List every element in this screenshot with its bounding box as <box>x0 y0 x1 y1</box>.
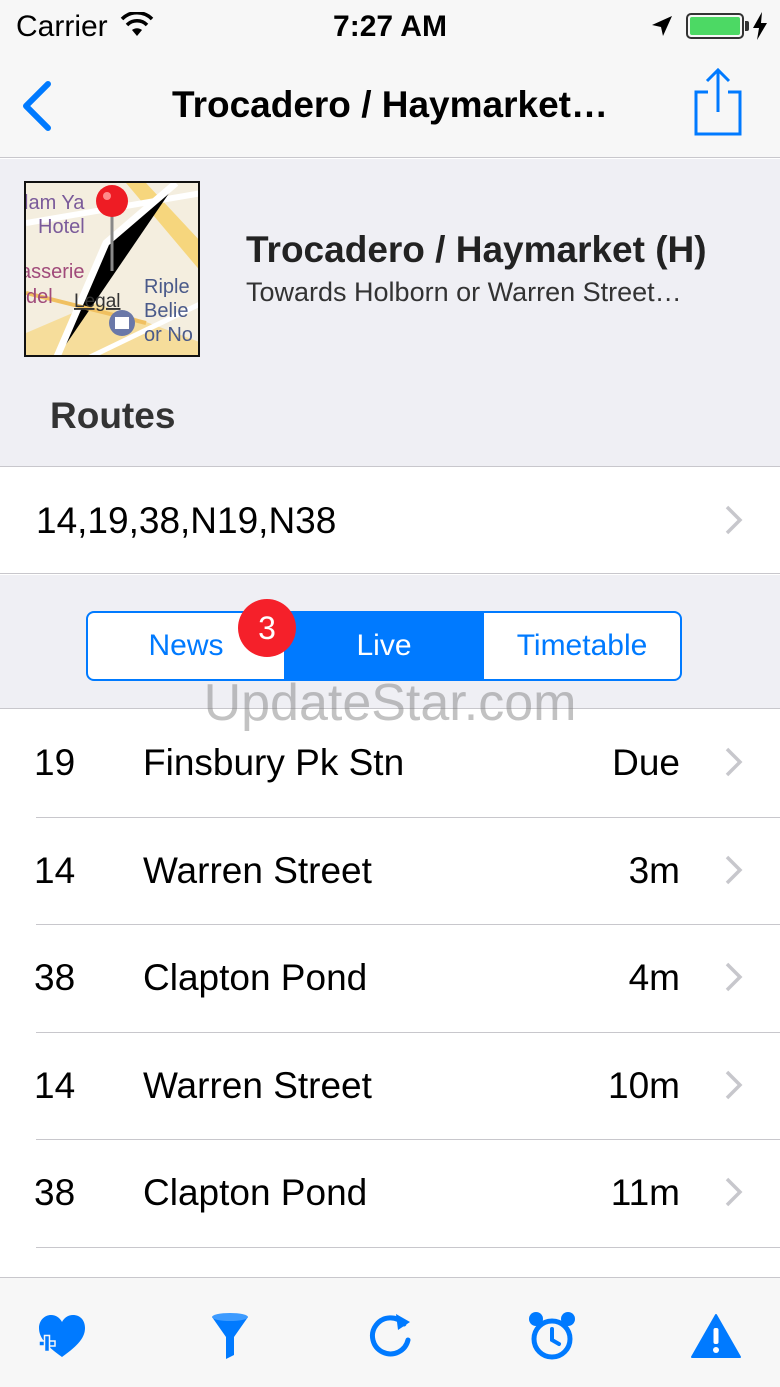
routes-list: 14,19,38,N19,N38 <box>36 500 337 541</box>
filter-icon[interactable] <box>202 1308 258 1364</box>
map-label: lam Ya <box>26 192 85 214</box>
routes-heading: Routes <box>50 395 176 436</box>
heart-plus-icon[interactable] <box>34 1308 90 1364</box>
departures-list: 19 Finsbury Pk Stn Due 14 Warren Street … <box>0 710 780 1276</box>
chevron-right-icon <box>724 854 744 891</box>
chevron-right-icon <box>724 961 744 998</box>
departure-route: 38 <box>34 1172 76 1213</box>
stop-direction: Towards Holborn or Warren Street… <box>246 277 682 307</box>
map-label: asserie <box>26 261 84 283</box>
segment-live[interactable]: Live <box>286 613 484 679</box>
departure-destination: Warren Street <box>143 1064 372 1106</box>
map-legal-link: Legal <box>74 291 121 312</box>
share-button[interactable] <box>690 66 746 138</box>
departure-time: Due <box>612 742 680 783</box>
segment-area: News Live Timetable 3 UpdateStar.com <box>0 575 780 732</box>
departure-destination: Clapton Pond <box>143 1172 368 1213</box>
map-label: Hotel <box>38 216 85 238</box>
departure-destination: Finsbury Pk Stn <box>143 742 405 783</box>
location-arrow-icon <box>650 14 674 43</box>
departure-destination: Warren Street <box>143 849 372 891</box>
departure-time: 3m <box>628 849 680 891</box>
alarm-clock-icon[interactable] <box>524 1308 580 1364</box>
battery-tip <box>745 21 749 31</box>
stop-header: lam Ya Hotel asserie del Legal Riple Bel… <box>0 159 780 467</box>
departure-time: 11m <box>610 1172 680 1213</box>
share-icon <box>694 67 742 136</box>
departure-row[interactable]: 38 Clapton Pond 11m <box>34 1140 780 1248</box>
map-label: or No <box>144 324 193 346</box>
map-label: Belie <box>144 300 188 322</box>
departure-row[interactable]: 14 Warren Street 3m <box>34 818 780 925</box>
departure-time: 10m <box>608 1064 680 1106</box>
chevron-left-icon <box>23 81 51 131</box>
departure-row[interactable]: 14 Warren Street 10m <box>34 1033 780 1140</box>
warning-icon[interactable] <box>688 1308 744 1364</box>
stop-name: Trocadero / Haymarket (H) <box>246 229 707 270</box>
departure-route: 14 <box>34 1064 76 1106</box>
page-title: Trocadero / Haymarket… <box>172 84 608 125</box>
map-label: del <box>26 286 53 308</box>
departure-route: 14 <box>34 849 76 891</box>
departure-row[interactable]: 19 Finsbury Pk Stn Due <box>34 710 780 818</box>
chevron-right-icon <box>724 1069 744 1106</box>
chevron-right-icon <box>724 504 744 541</box>
routes-row[interactable]: 14,19,38,N19,N38 <box>0 468 780 574</box>
segmented-control: News Live Timetable <box>86 611 682 681</box>
departure-route: 38 <box>34 957 76 998</box>
news-badge: 3 <box>238 599 296 657</box>
chevron-right-icon <box>724 1176 744 1213</box>
chevron-right-icon <box>724 746 744 783</box>
status-bar: Carrier 7:27 AM <box>0 0 780 56</box>
departure-row[interactable]: 38 Clapton Pond 4m <box>34 925 780 1033</box>
navigation-bar: Trocadero / Haymarket… <box>0 56 780 158</box>
refresh-icon[interactable] <box>362 1308 418 1364</box>
back-button[interactable] <box>14 76 64 136</box>
departure-route: 19 <box>34 742 76 783</box>
tab-bar <box>0 1277 780 1387</box>
battery-icon <box>686 13 744 39</box>
map-thumbnail[interactable]: lam Ya Hotel asserie del Legal Riple Bel… <box>24 181 200 357</box>
segment-timetable[interactable]: Timetable <box>484 613 680 679</box>
departure-destination: Clapton Pond <box>143 957 368 998</box>
charging-bolt-icon <box>752 12 768 45</box>
departure-time: 4m <box>628 957 680 998</box>
map-label: Riple <box>144 276 190 298</box>
